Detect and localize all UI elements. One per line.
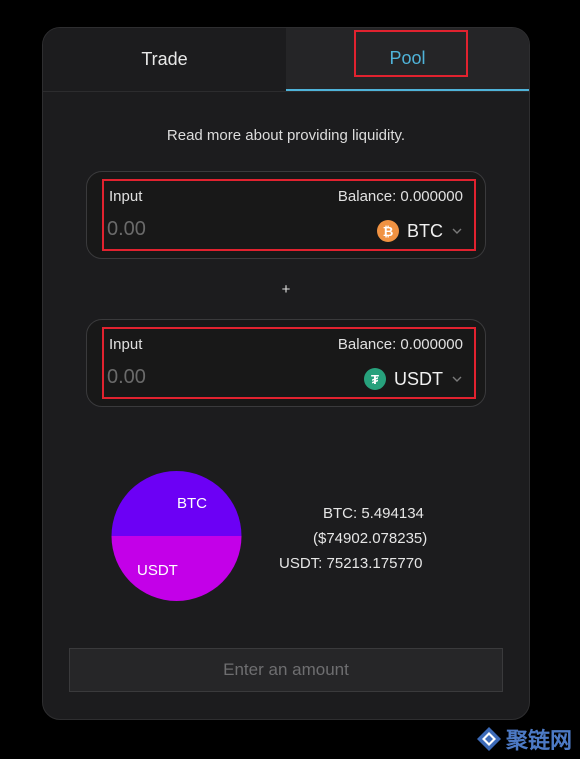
btc-amount-input[interactable] <box>107 218 307 241</box>
usdt-amount-input[interactable] <box>107 366 307 389</box>
input-label: Input <box>109 188 143 205</box>
token-name: USDT <box>394 368 443 389</box>
input-label: Input <box>109 336 143 353</box>
watermark-logo-icon <box>476 727 501 751</box>
tab-trade[interactable]: Trade <box>43 28 286 91</box>
token-name: BTC <box>407 220 443 241</box>
plus-sign: + <box>281 281 291 298</box>
pool-pie-chart: BTC USDT <box>111 468 242 604</box>
tab-bar: Trade Pool <box>43 28 529 92</box>
liquidity-info-link[interactable]: Read more about providing liquidity. <box>43 127 529 144</box>
btc-reserve: BTC: 5.494134 <box>323 505 424 522</box>
pie-svg <box>111 471 242 601</box>
enter-amount-button[interactable]: Enter an amount <box>69 648 503 692</box>
usdt-input-panel: Input Balance: 0.000000 ₮ USDT <box>86 319 486 407</box>
btc-reserve-usd: ($74902.078235) <box>313 530 428 547</box>
pie-label-btc: BTC <box>177 495 207 512</box>
watermark-text: 聚链网 <box>505 728 572 754</box>
btc-input-panel: Input Balance: 0.000000 ₿ BTC <box>86 171 486 259</box>
tether-icon: ₮ <box>364 368 386 390</box>
balance-text: Balance: 0.000000 <box>337 188 463 205</box>
usdt-reserve: USDT: 75213.175770 <box>279 555 423 572</box>
btc-token-selector[interactable]: ₿ BTC <box>377 218 463 244</box>
usdt-token-selector[interactable]: ₮ USDT <box>364 366 463 392</box>
watermark: 聚链网 <box>476 723 572 755</box>
tab-pool-label: Pool <box>389 48 426 68</box>
balance-text: Balance: 0.000000 <box>337 336 463 353</box>
bitcoin-icon: ₿ <box>377 220 399 242</box>
pie-label-usdt: USDT <box>137 562 178 579</box>
tab-pool[interactable]: Pool <box>286 28 529 91</box>
tab-trade-label: Trade <box>141 49 188 69</box>
chevron-down-icon <box>452 228 462 234</box>
swap-card: Trade Pool Read more about providing liq… <box>42 27 530 720</box>
chevron-down-icon <box>452 376 462 382</box>
